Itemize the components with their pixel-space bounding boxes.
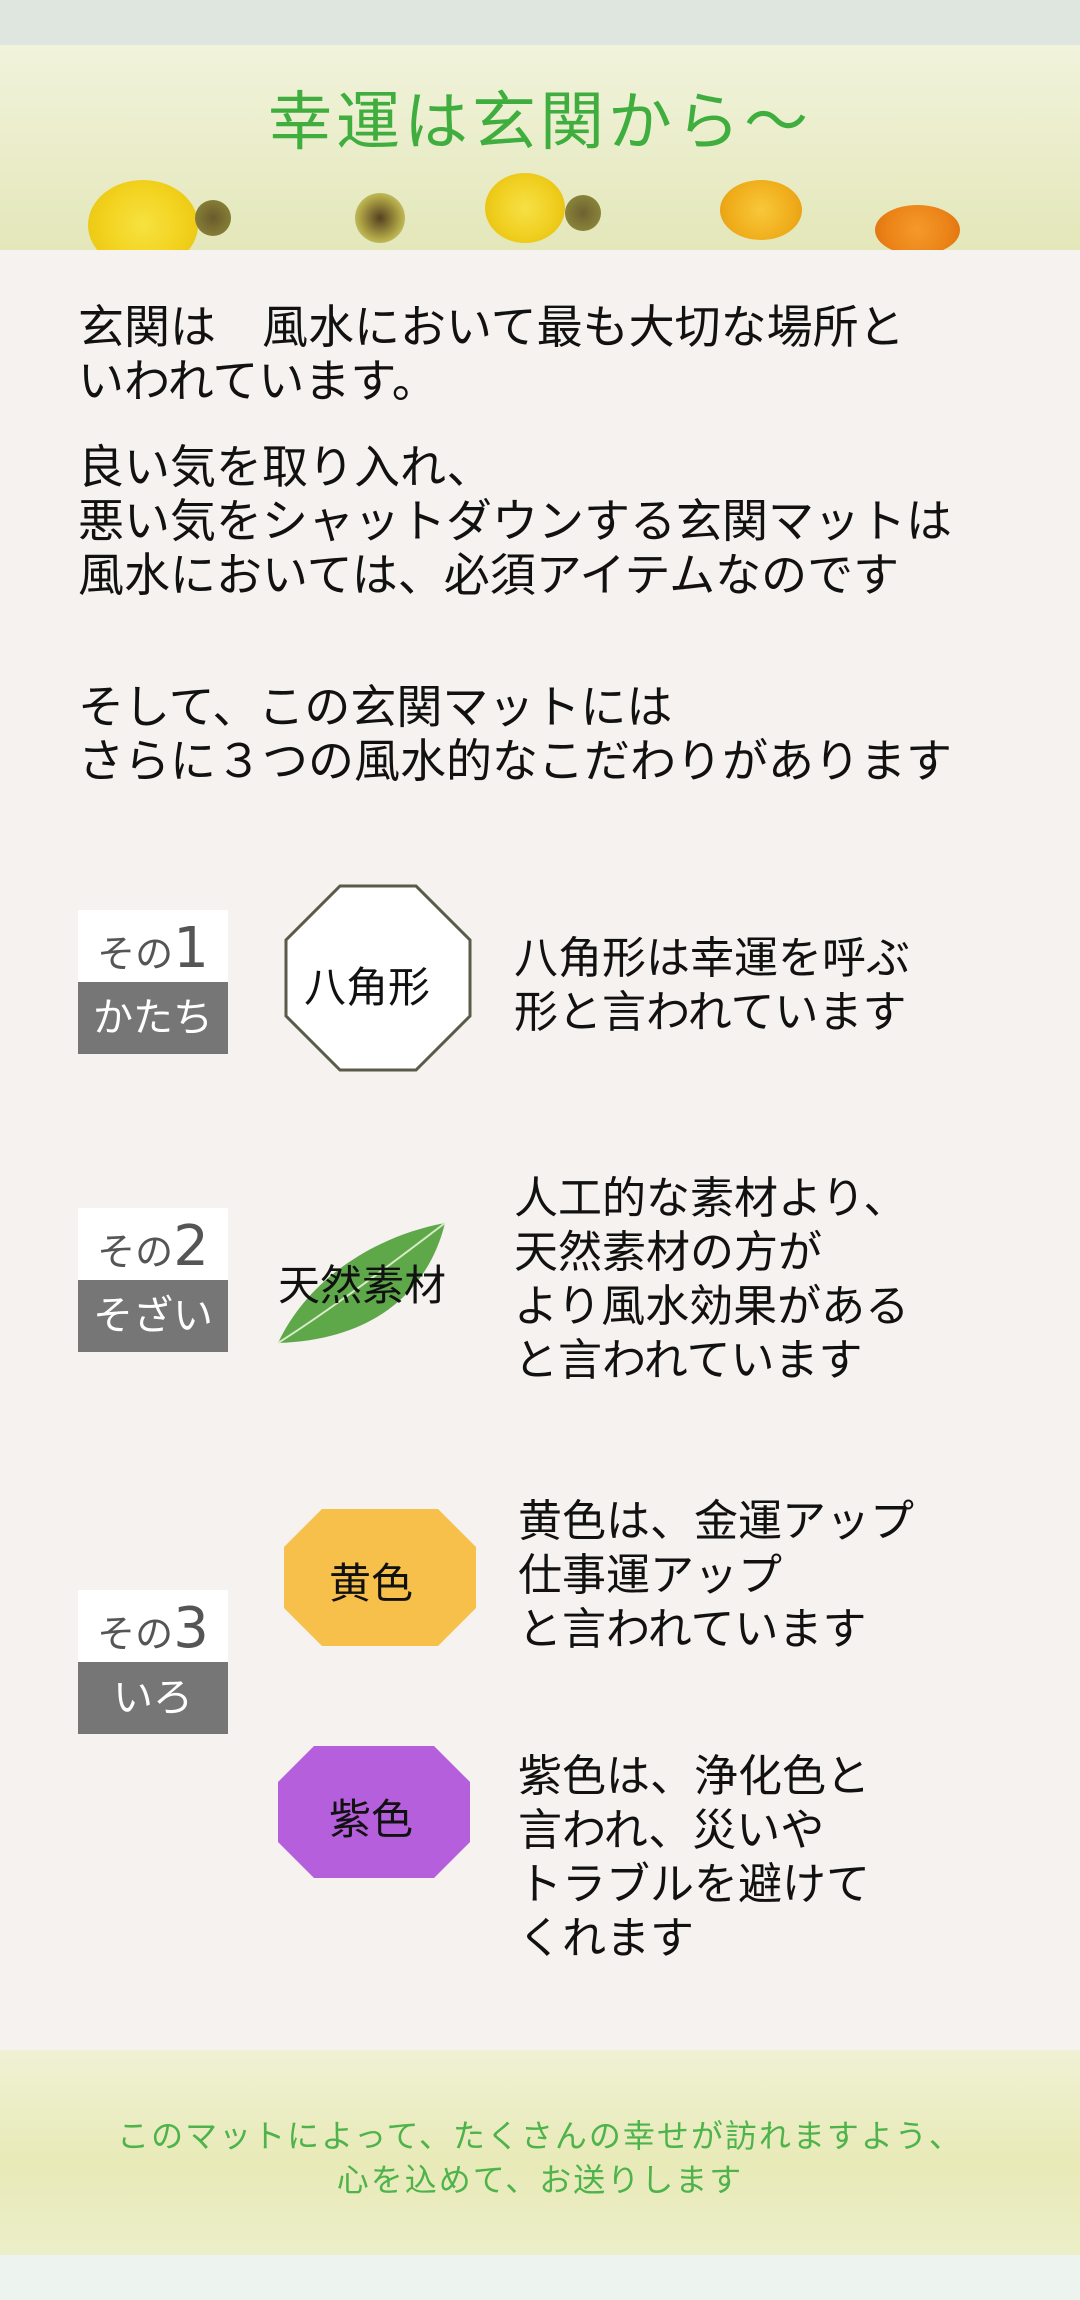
label-sub: かたち <box>78 982 228 1054</box>
footer-line-1: このマットによって、たくさんの幸せが訪れますよう、 <box>117 2117 963 2155</box>
intro-paragraph-1: 玄関は 風水において最も大切な場所と いわれています。 <box>78 300 905 408</box>
footer-banner: このマットによって、たくさんの幸せが訪れますよう、 心を込めて、お送りします <box>0 2050 1080 2255</box>
intro-paragraph-3: そして、この玄関マットには さらに３つの風水的なこだわりがあります <box>78 680 952 788</box>
feature-text-purple: 紫色は、浄化色と 言われ、災いや トラブルを避けて くれます <box>518 1751 870 1964</box>
top-strip <box>0 0 1080 45</box>
octagon-label: 八角形 <box>304 963 431 1012</box>
leaf-label: 天然素材 <box>278 1261 447 1310</box>
feature-label-2: その2 そざい <box>78 1208 228 1352</box>
yellow-color-label: 黄色 <box>329 1559 414 1608</box>
label-prefix: その <box>97 1612 174 1656</box>
label-number: 3 <box>173 1596 209 1661</box>
feature-text-yellow: 黄色は、金運アップ 仕事運アップ と言われています <box>518 1496 914 1655</box>
flower-bud-icon <box>355 193 405 243</box>
feature-label-1: その1 かたち <box>78 910 228 1054</box>
flower-bud-icon <box>195 200 231 236</box>
purple-color-label: 紫色 <box>329 1795 414 1844</box>
main-content: 玄関は 風水において最も大切な場所と いわれています。 良い気を取り入れ、 悪い… <box>0 250 1080 2050</box>
feature-text-1: 八角形は幸運を呼ぶ 形と言われています <box>514 933 910 1038</box>
yellow-flower-icon <box>485 173 565 243</box>
orange-flower-icon <box>875 205 960 250</box>
bottom-strip <box>0 2255 1080 2300</box>
feature-label-3: その3 いろ <box>78 1590 228 1734</box>
footer-line-2: 心を込めて、お送りします <box>336 2161 744 2199</box>
label-number: 2 <box>173 1214 209 1279</box>
yellow-flower-icon <box>88 180 198 250</box>
label-prefix: その <box>97 932 174 976</box>
feature-text-2: 人工的な素材より、 天然素材の方が より風水効果がある と言われています <box>514 1173 910 1386</box>
yellow-flower-icon <box>720 180 802 240</box>
flower-bud-icon <box>565 195 601 231</box>
label-sub: そざい <box>78 1280 228 1352</box>
header-banner: 幸運は玄関から〜 <box>0 45 1080 250</box>
label-number: 1 <box>173 916 209 981</box>
page-title: 幸運は玄関から〜 <box>268 86 812 160</box>
intro-paragraph-2: 良い気を取り入れ、 悪い気をシャットダウンする玄関マットは 風水においては、必須… <box>78 440 952 602</box>
label-prefix: その <box>97 1230 174 1274</box>
label-sub: いろ <box>78 1662 228 1734</box>
